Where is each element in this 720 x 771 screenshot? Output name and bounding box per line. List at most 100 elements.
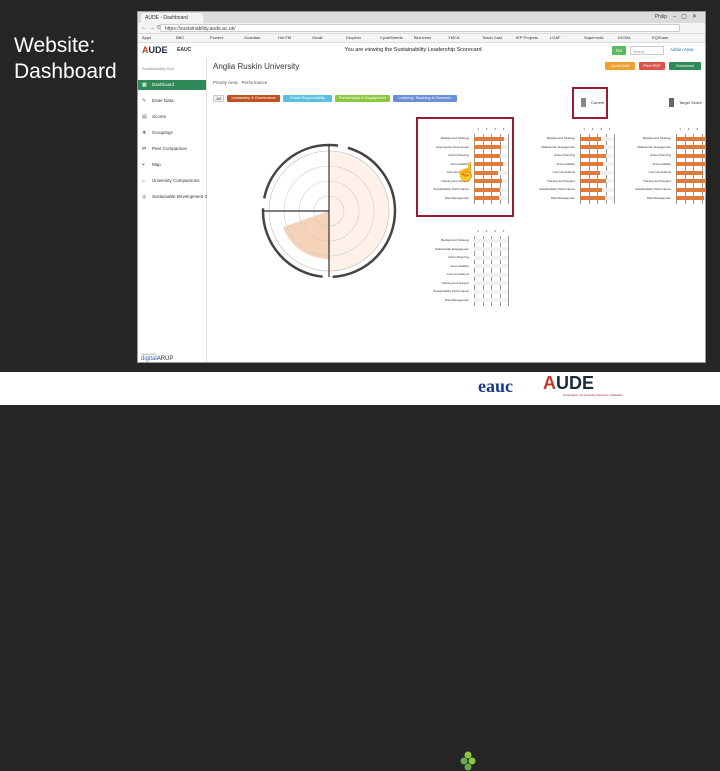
legend-highlight-box — [572, 87, 608, 119]
eauc-footer-logo: eauc — [478, 376, 513, 396]
bar-label: Stakeholder Engagement — [541, 144, 575, 149]
bookmark-item[interactable]: Teach Cast — [482, 35, 502, 40]
bar-row: Communications — [527, 170, 614, 175]
bar-track — [474, 272, 508, 277]
bookmark-item[interactable]: EQShare — [652, 35, 668, 40]
edit-icon: ✎ — [142, 98, 147, 104]
slide-footer — [0, 372, 720, 771]
bookmark-item[interactable]: Bird trees — [414, 35, 431, 40]
go-button[interactable]: Go — [612, 46, 626, 55]
bar-row: Sustainability Performance — [623, 187, 705, 192]
bookmark-item[interactable]: IOCMs — [618, 35, 630, 40]
sidebar-item-groupings[interactable]: ❖ Groupings — [138, 128, 206, 138]
eauc-logo: EAUC — [177, 47, 192, 53]
scorecard-select[interactable]: Select — [630, 46, 664, 55]
bar-label: Risk Management — [550, 195, 575, 200]
priority-area: Priority Area · Performance — [213, 80, 268, 85]
bar-fill — [580, 196, 605, 200]
browser-user[interactable]: Philip — [655, 14, 667, 20]
bookmark-item[interactable]: IEP Projects — [516, 35, 538, 40]
bookmark-item[interactable]: Powers — [210, 35, 223, 40]
sidebar-item-enter-data[interactable]: ✎ Enter Data — [138, 96, 206, 106]
priority-filter-all[interactable]: All — [213, 95, 224, 102]
bar-row: Action Planning — [623, 153, 705, 158]
sidebar-item-university-comparisons[interactable]: ⌂ University Comparisons — [138, 176, 206, 186]
bar-label: Communications — [552, 170, 575, 174]
eauc-leaf-icon — [460, 751, 476, 771]
priority-filter-social-responsibility[interactable]: Social Responsibility — [283, 95, 332, 102]
priority-filter-leadership-governance[interactable]: Leadership & Governance — [227, 95, 280, 102]
bar-fill — [676, 153, 705, 158]
bookmark-item[interactable]: CycleStreets — [380, 35, 403, 40]
bar-track — [474, 281, 508, 285]
bookmark-item[interactable]: LOAF — [550, 35, 560, 40]
admin-link[interactable]: Admin Area — [670, 47, 693, 52]
bar-row: Risk Management — [527, 196, 614, 201]
bookmark-item[interactable]: Hot FM — [278, 35, 291, 40]
sidebar-item-scores[interactable]: ▤ Scores — [138, 112, 206, 122]
bar-tick-label: 3 — [494, 229, 496, 233]
aude-footer-logo: AUDE — [543, 373, 595, 393]
bar-tick-label: 4 — [705, 127, 706, 131]
bar-row: Communications — [421, 272, 508, 277]
chart-highlight-box — [416, 117, 514, 217]
bar-row: Stakeholder Engagement — [527, 145, 614, 150]
bar-fill — [676, 179, 705, 183]
scorecard-message: You are viewing the Sustainability Leade… — [344, 47, 482, 53]
bar-label: Risk Management — [444, 297, 469, 302]
bar-label: Action Planning — [554, 153, 575, 157]
bar-label: Accountability — [652, 161, 671, 166]
bar-label: Training and Support — [643, 178, 671, 183]
bar-tick-label: 3 — [696, 127, 698, 131]
bar-row: Accountability — [527, 162, 614, 167]
window-controls[interactable]: –▢✕ — [673, 13, 702, 20]
bar-tick-label: 4 — [502, 229, 505, 233]
bookmark-item[interactable]: BBC — [176, 35, 184, 40]
bookmark-item[interactable]: Dropbox — [346, 35, 361, 40]
bar-row: Action Planning — [527, 153, 614, 158]
sidebar-top-label: Sustainability Hub — [142, 66, 175, 71]
browser-tab[interactable]: AUDE - Dashboard — [141, 13, 203, 23]
bar-fill — [676, 136, 705, 141]
bookmarks-bar: Apps BBC Powers Guardian Hot FM Gmail Dropbox C… — [138, 34, 705, 43]
bar-gridline — [614, 134, 615, 204]
tab-bar: AUDE - Dashboard Philip –▢✕ — [138, 12, 705, 23]
bookmark-item[interactable]: Guardian — [244, 35, 260, 40]
bar-row: Background Strategy — [421, 238, 508, 243]
print-pdf-button[interactable]: Print PDF — [639, 62, 665, 70]
aude-logo[interactable]: AUDE — [142, 45, 168, 55]
bookmark-item[interactable]: Supernode — [584, 35, 604, 40]
sidebar-item-sustainable-development-goals[interactable]: ◎ Sustainable Development Goals — [138, 192, 216, 202]
bar-track — [474, 238, 508, 243]
bar-track — [474, 289, 508, 294]
bar-label: Action Planning — [448, 255, 469, 259]
bar-label: Accountability — [556, 161, 575, 166]
sidebar-item-peer-comparison[interactable]: ⇄ Peer Comparison — [138, 144, 206, 154]
bookmark-item[interactable]: Apps — [142, 35, 151, 40]
bar-track — [474, 298, 508, 302]
app-header: AUDE EAUC You are viewing the Sustainabi… — [138, 43, 705, 59]
bar-row: Sustainability Performance — [421, 289, 508, 294]
bar-label: Training and Support — [547, 178, 575, 183]
bar-tick-label: 2 — [485, 229, 488, 233]
bookmark-item[interactable]: Gmail — [312, 35, 322, 40]
bar-fill — [580, 187, 603, 192]
priority-filter-learning-teaching-research[interactable]: Learning, Teaching & Research — [393, 95, 457, 102]
bar-label: Communications — [648, 170, 671, 174]
bar-label: Action Planning — [650, 153, 671, 157]
bar-row: Training and Support — [421, 281, 508, 286]
bookmark-item[interactable]: YMCA — [448, 35, 460, 40]
sidebar-item-label: University Comparisons — [152, 178, 200, 183]
url-input[interactable]: https://sustainability.aude.ac.uk/ — [160, 24, 680, 32]
bar-row: Communications — [623, 170, 705, 175]
download-button[interactable]: Download — [669, 62, 701, 70]
priority-filter-partnerships-engagement[interactable]: Partnerships & Engagement — [335, 95, 390, 102]
sidebar-item-map[interactable]: ⌖ Map — [138, 160, 206, 170]
university-name: Anglia Ruskin University — [213, 62, 300, 71]
sidebar-item-label: Groupings — [152, 130, 173, 135]
quick-edit-button[interactable]: Quick Edit — [605, 62, 635, 70]
arup-logo: digitalARUP — [141, 356, 174, 362]
bar-row: Risk Management — [623, 196, 705, 201]
bar-label: Stakeholder Engagement — [637, 144, 671, 149]
sidebar-item-dashboard[interactable]: ▦ Dashboard — [138, 80, 206, 90]
